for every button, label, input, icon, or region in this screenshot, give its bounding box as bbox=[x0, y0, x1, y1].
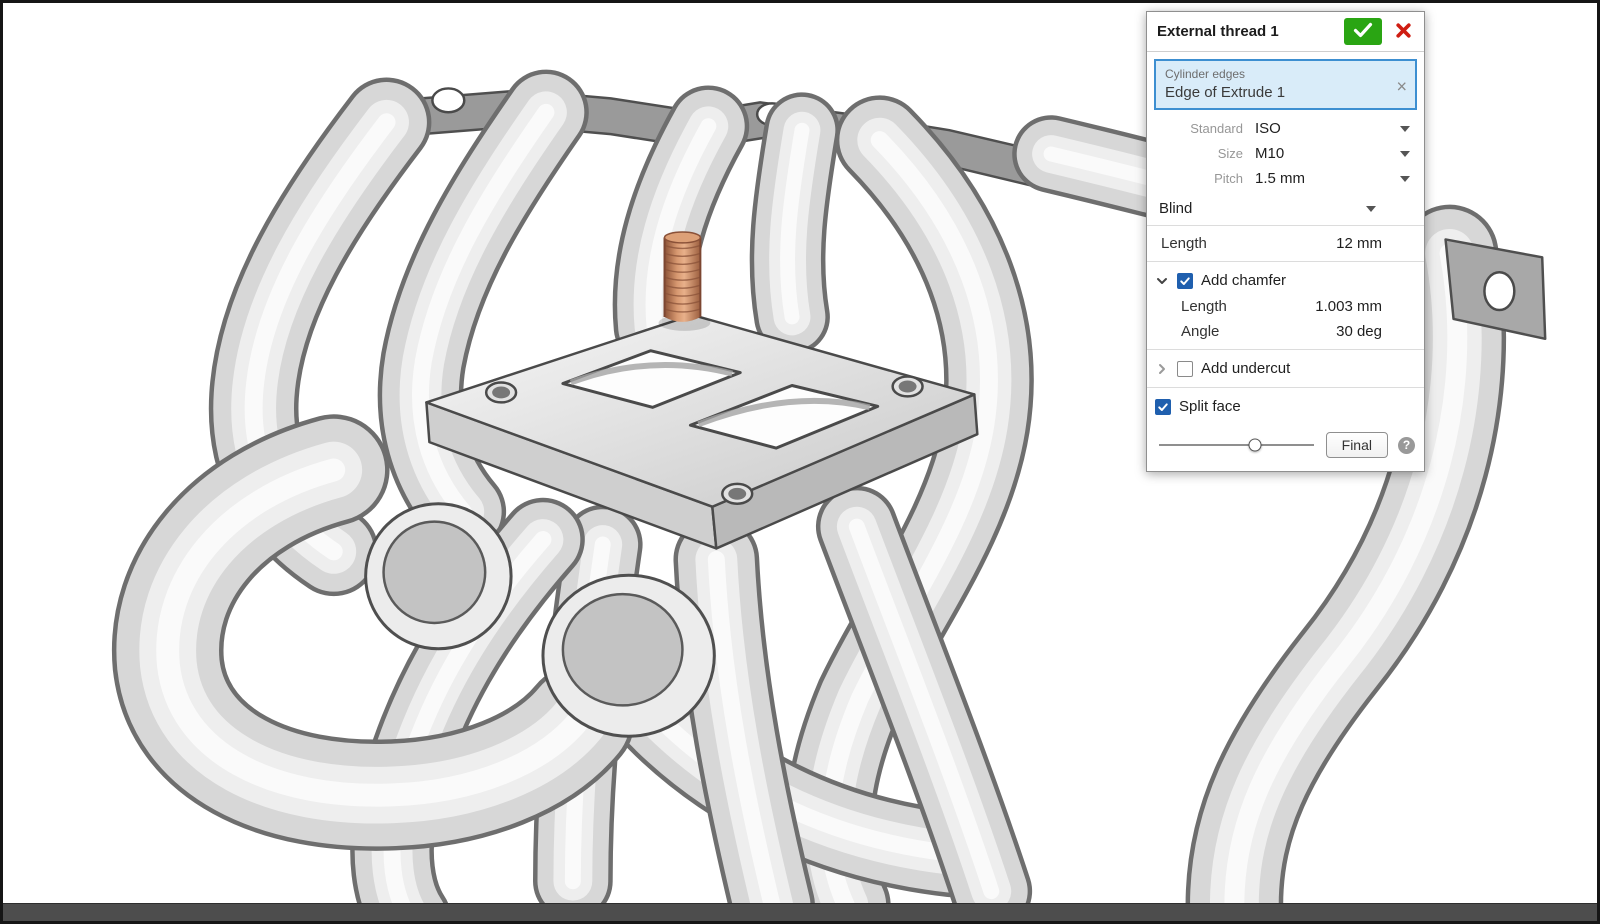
rollback-slider[interactable] bbox=[1157, 435, 1316, 455]
standard-dropdown[interactable]: ISO bbox=[1255, 120, 1412, 137]
slider-knob[interactable] bbox=[1249, 439, 1262, 452]
end-type-dropdown[interactable]: Blind bbox=[1159, 197, 1378, 220]
external-thread-dialog: External thread 1 Cylinder edges Edge of… bbox=[1146, 11, 1425, 472]
chamfer-length-input[interactable]: 1.003 mm bbox=[1315, 298, 1382, 315]
close-icon bbox=[1395, 22, 1412, 42]
chamfer-length-label: Length bbox=[1181, 298, 1315, 315]
bolt-hole bbox=[722, 484, 752, 504]
split-face-row: Split face bbox=[1147, 393, 1424, 420]
length-row: Length 12 mm bbox=[1147, 231, 1424, 256]
chevron-down-icon bbox=[1400, 151, 1410, 157]
pitch-value: 1.5 mm bbox=[1255, 170, 1305, 187]
pipe-opening[interactable] bbox=[366, 504, 511, 649]
add-undercut-checkbox[interactable] bbox=[1177, 361, 1193, 377]
split-face-label: Split face bbox=[1179, 398, 1241, 415]
divider bbox=[1147, 225, 1424, 226]
chevron-down-icon[interactable] bbox=[1155, 275, 1169, 287]
cylinder-edges-field[interactable]: Cylinder edges Edge of Extrude 1 × bbox=[1154, 59, 1417, 110]
size-row: Size M10 bbox=[1147, 141, 1424, 166]
confirm-button[interactable] bbox=[1344, 18, 1382, 45]
length-input[interactable]: 12 mm bbox=[1336, 235, 1382, 252]
manifold-tube[interactable] bbox=[788, 130, 802, 317]
end-type-value: Blind bbox=[1159, 200, 1192, 217]
add-undercut-label: Add undercut bbox=[1201, 360, 1290, 377]
divider bbox=[1147, 261, 1424, 262]
chevron-down-icon bbox=[1366, 206, 1376, 212]
help-icon[interactable]: ? bbox=[1398, 437, 1415, 454]
size-value: M10 bbox=[1255, 145, 1284, 162]
chamfer-angle-row: Angle 30 deg bbox=[1147, 319, 1424, 344]
standard-label: Standard bbox=[1157, 121, 1255, 136]
add-chamfer-row: Add chamfer bbox=[1147, 267, 1424, 294]
pitch-label: Pitch bbox=[1157, 171, 1255, 186]
chevron-down-icon bbox=[1400, 126, 1410, 132]
check-icon bbox=[1352, 21, 1374, 42]
final-button[interactable]: Final bbox=[1326, 432, 1388, 458]
selection-field-value: Edge of Extrude 1 bbox=[1165, 84, 1389, 101]
chamfer-angle-label: Angle bbox=[1181, 323, 1336, 340]
add-chamfer-checkbox[interactable] bbox=[1177, 273, 1193, 289]
standard-row: Standard ISO bbox=[1147, 116, 1424, 141]
split-face-checkbox[interactable] bbox=[1155, 399, 1171, 415]
pitch-row: Pitch 1.5 mm bbox=[1147, 166, 1424, 191]
length-label: Length bbox=[1161, 235, 1336, 252]
divider bbox=[1147, 349, 1424, 350]
standard-value: ISO bbox=[1255, 120, 1281, 137]
chamfer-length-row: Length 1.003 mm bbox=[1147, 294, 1424, 319]
dialog-header: External thread 1 bbox=[1147, 12, 1424, 52]
chevron-down-icon bbox=[1400, 176, 1410, 182]
cancel-button[interactable] bbox=[1390, 18, 1416, 45]
add-undercut-row: Add undercut bbox=[1147, 355, 1424, 382]
manifold-tube[interactable] bbox=[716, 559, 772, 905]
add-chamfer-label: Add chamfer bbox=[1201, 272, 1286, 289]
pitch-dropdown[interactable]: 1.5 mm bbox=[1255, 170, 1412, 187]
app-window: External thread 1 Cylinder edges Edge of… bbox=[0, 0, 1600, 924]
dialog-title: External thread 1 bbox=[1157, 23, 1336, 40]
slider-track bbox=[1159, 444, 1314, 446]
chamfer-angle-input[interactable]: 30 deg bbox=[1336, 323, 1382, 340]
bolt-hole bbox=[486, 383, 516, 403]
pipe-opening[interactable] bbox=[543, 575, 714, 736]
threaded-stud[interactable] bbox=[659, 232, 711, 331]
bottom-bar bbox=[3, 903, 1597, 921]
dialog-footer: Final ? bbox=[1147, 420, 1424, 471]
size-label: Size bbox=[1157, 146, 1255, 161]
divider bbox=[1147, 387, 1424, 388]
size-dropdown[interactable]: M10 bbox=[1255, 145, 1412, 162]
clear-selection-icon[interactable]: × bbox=[1396, 77, 1407, 95]
selection-field-label: Cylinder edges bbox=[1165, 67, 1389, 81]
chevron-right-icon[interactable] bbox=[1155, 363, 1169, 375]
bolt-hole bbox=[893, 377, 923, 397]
